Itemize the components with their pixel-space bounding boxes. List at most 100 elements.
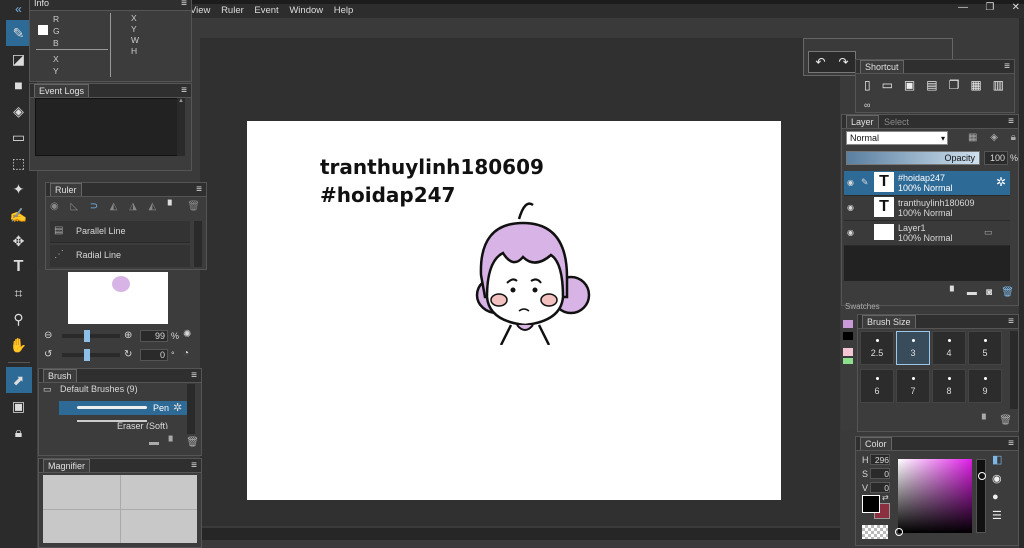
brush-size-cell[interactable]: 8 — [932, 369, 966, 403]
undo-icon[interactable]: ↶ — [815, 55, 825, 69]
lock-icon[interactable]: 🔒︎ — [6, 419, 32, 445]
redo-icon[interactable]: ↷ — [838, 55, 848, 69]
layer-lock-icon[interactable]: 🔒︎ — [1011, 132, 1016, 143]
copy-icon[interactable]: ❐ — [949, 78, 960, 92]
delete-ruler-icon[interactable]: 🗑︎ — [187, 201, 200, 217]
link-icon[interactable]: ∞ — [864, 100, 870, 110]
layer-row[interactable]: ◉ Layer1 100% Normal ▭ — [844, 221, 1010, 246]
text-tool-icon[interactable]: T — [6, 254, 32, 280]
layer-row[interactable]: ◉ ✎ T #hoidap247 100% Normal ✲ — [844, 171, 1010, 196]
zoom-reset-icon[interactable]: ✺ — [183, 329, 191, 340]
hue-field[interactable]: 296 — [870, 454, 890, 465]
magic-wand-icon[interactable]: ✦ — [6, 176, 32, 202]
menu-help[interactable]: Help — [334, 5, 354, 16]
rotate-right-icon[interactable]: ↻ — [124, 349, 132, 360]
rotate-left-icon[interactable]: ↺ — [44, 349, 52, 360]
foreground-color-swatch[interactable] — [862, 495, 880, 513]
color-list-icon[interactable]: ☰ — [992, 509, 1016, 522]
new-brush-icon[interactable]: ▘ — [169, 437, 177, 448]
swap-colors-icon[interactable]: ⇄ — [882, 493, 889, 502]
open-folder-icon[interactable]: ▭ — [882, 78, 893, 92]
brush-size-cell[interactable]: 9 — [968, 369, 1002, 403]
ruler-list-item[interactable]: ⋰ Radial Line — [50, 245, 190, 267]
select-pen-icon[interactable]: ✍ — [6, 202, 32, 228]
layer-mask-icon[interactable]: ▣ — [6, 393, 32, 419]
brush-size-cell[interactable]: 4 — [932, 331, 966, 365]
fill-tool-icon[interactable]: ◈ — [6, 98, 32, 124]
brush-size-cell[interactable]: 5 — [968, 331, 1002, 365]
panel-menu-icon[interactable]: ≡ — [1008, 115, 1014, 128]
panel-menu-icon[interactable]: ≡ — [1008, 315, 1014, 328]
paste-icon[interactable]: ▦ — [970, 78, 981, 92]
gradient-tool-icon[interactable]: ▭ — [6, 124, 32, 150]
save-as-icon[interactable]: ▤ — [926, 78, 937, 92]
transparent-color-icon[interactable] — [862, 525, 888, 539]
swatch-color[interactable] — [843, 358, 853, 364]
eraser-tool-icon[interactable]: ◪ — [6, 46, 32, 72]
snap-icon[interactable]: ⬈ — [5, 367, 32, 393]
menu-ruler[interactable]: Ruler — [221, 5, 244, 16]
ruler-angle-icon[interactable]: ◺ — [70, 201, 78, 217]
saturation-field[interactable]: 0 — [870, 468, 890, 479]
layer-row[interactable]: ◉ T tranthuylinh180609 100% Normal — [844, 196, 1010, 221]
ruler-scrollbar[interactable] — [194, 221, 202, 267]
color-wheel-mode-icon[interactable]: ◧ — [992, 453, 1016, 466]
hue-slider-handle[interactable] — [978, 472, 986, 480]
zoom-slider[interactable] — [62, 330, 120, 342]
blend-mode-select[interactable]: Normal ▾ — [846, 131, 948, 145]
crop-tool-icon[interactable]: ⌗ — [6, 280, 32, 306]
delete-size-icon[interactable]: 🗑︎ — [999, 415, 1012, 426]
new-layer-icon[interactable]: ▘ — [950, 287, 958, 298]
canvas-document[interactable]: tranthuylinh180609 #hoidap247 — [247, 121, 781, 500]
brush-tool-icon[interactable]: ✎ — [5, 20, 32, 46]
zoom-value-field[interactable]: 99 — [140, 330, 168, 342]
brush-item-pen[interactable]: Pen ✲ — [59, 401, 187, 415]
brush-group-row[interactable]: ▭ Default Brushes (9) — [43, 384, 193, 398]
panel-menu-icon[interactable]: ≡ — [1004, 60, 1010, 73]
brush-scrollbar[interactable] — [187, 384, 195, 434]
panel-menu-icon[interactable]: ≡ — [1008, 437, 1014, 450]
menu-view[interactable]: View — [190, 5, 210, 16]
visibility-eye-icon[interactable]: ◉ — [847, 178, 854, 187]
horizontal-scrollbar[interactable] — [200, 528, 840, 540]
clipping-icon[interactable]: ▦ — [968, 132, 977, 143]
perspective-1-icon[interactable]: ◭ — [110, 201, 118, 217]
ruler-magnet-icon[interactable]: ⊃ — [90, 201, 98, 217]
brush-size-cell[interactable]: 6 — [860, 369, 894, 403]
panel-menu-icon[interactable]: ≡ — [181, 0, 187, 10]
panel-menu-icon[interactable]: ≡ — [181, 84, 187, 97]
new-layer-folder-icon[interactable]: ▬ — [967, 287, 977, 298]
new-file-icon[interactable]: ▯ — [864, 78, 871, 92]
panel-menu-icon[interactable]: ≡ — [191, 459, 197, 472]
rotate-slider-thumb[interactable] — [84, 349, 90, 361]
brush-settings-gear-icon[interactable]: ✲ — [173, 401, 182, 414]
close-icon[interactable]: ✕ — [1012, 2, 1020, 16]
ruler-list-item[interactable]: ▤ Parallel Line — [50, 221, 190, 243]
rotate-value-field[interactable]: 0 — [140, 349, 168, 361]
add-mask-icon[interactable]: ◙ — [986, 287, 992, 298]
brush-size-cell[interactable]: 2.5 — [860, 331, 894, 365]
minimize-icon[interactable]: — — [958, 2, 968, 16]
move-tool-icon[interactable]: ✥ — [6, 228, 32, 254]
visibility-eye-icon[interactable]: ◉ — [847, 203, 854, 212]
collapse-icon[interactable]: « — [6, 0, 32, 18]
restore-icon[interactable]: ❐ — [985, 2, 994, 16]
add-size-icon[interactable]: ▘ — [982, 415, 990, 426]
rotate-slider[interactable] — [62, 349, 120, 361]
swatch-color[interactable] — [843, 320, 853, 328]
picker-handle[interactable] — [895, 528, 903, 536]
opacity-slider[interactable]: Opacity — [846, 151, 980, 165]
swatch-color[interactable] — [843, 348, 853, 356]
eyedropper-icon[interactable]: ⚲ — [6, 306, 32, 332]
tab-layer[interactable]: Layer — [846, 115, 879, 128]
rotate-reset-icon[interactable]: ◔ — [183, 348, 189, 359]
swatch-color[interactable] — [843, 332, 853, 340]
visibility-eye-icon[interactable]: ◉ — [847, 228, 854, 237]
event-logs-scrollbar[interactable]: ▲ — [177, 98, 185, 156]
save-icon[interactable]: ▣ — [904, 78, 915, 92]
delete-brush-icon[interactable]: 🗑︎ — [186, 437, 199, 448]
new-folder-icon[interactable]: ▬ — [149, 437, 159, 448]
zoom-slider-thumb[interactable] — [84, 330, 90, 342]
value-field[interactable]: 0 — [870, 482, 890, 493]
brush-size-scrollbar[interactable] — [1010, 331, 1018, 409]
